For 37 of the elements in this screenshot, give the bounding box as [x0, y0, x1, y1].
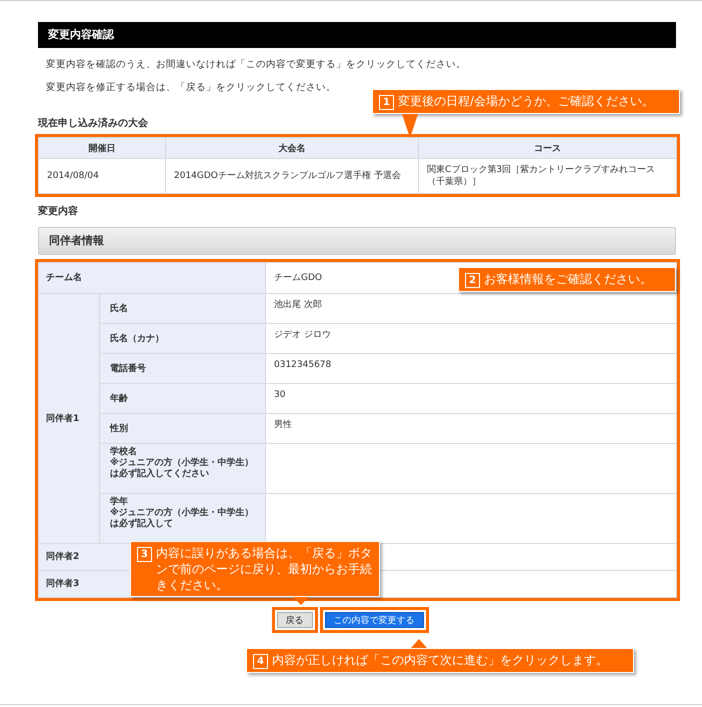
section-heading: 変更内容	[38, 204, 78, 218]
callout-text: お客様情報をご確認ください。	[484, 271, 652, 287]
field-note: ※ジュニアの方（小学生・中学生）は必ず記入してください	[110, 458, 255, 480]
field-value: 池出尾 次郎	[274, 300, 322, 310]
number-badge: 1	[379, 95, 394, 110]
callout-text: 内容が正しければ「この内容て次に進む」をクリックします。	[272, 652, 608, 668]
field-label: 学年	[110, 497, 129, 508]
field-value: 男性	[274, 420, 292, 430]
field-label: 学校名	[110, 447, 138, 458]
field-value: 30	[274, 390, 286, 400]
row-label: 同伴者1	[38, 294, 100, 544]
section-heading: 現在申し込み済みの大会	[38, 116, 148, 130]
row-label: チーム名	[38, 262, 266, 294]
callout-text: 変更後の日程/会場かどうか、ご確認ください。	[398, 93, 654, 109]
confirm-button[interactable]: この内容で変更する	[324, 612, 424, 628]
table-cell: 関東Cブロック第3回［紫カントリークラブすみれコース（千葉県）］	[418, 158, 676, 194]
number-badge: 2	[465, 273, 480, 288]
table-cell: 2014GDOチーム対抗スクランブルゴルフ選手権 予選会	[166, 158, 418, 194]
field-value: ジデオ ジロウ	[274, 330, 331, 340]
column-header: コース	[418, 138, 676, 158]
column-header: 開催日	[38, 138, 166, 158]
field-label: 氏名	[110, 302, 129, 314]
section-title-bar: 同伴者情報	[38, 227, 676, 255]
field-label: 年齢	[110, 392, 129, 404]
back-button[interactable]: 戻る	[276, 612, 312, 628]
instruction-text: 変更内容を修正する場合は、「戻る」をクリックしてください。	[46, 82, 337, 94]
column-header: 大会名	[166, 138, 418, 158]
field-label: 性別	[110, 422, 129, 434]
field-label: 電話番号	[110, 362, 147, 374]
field-label: 氏名（カナ）	[110, 332, 165, 344]
page-title: 変更内容確認	[38, 22, 676, 48]
field-note: ※ジュニアの方（小学生・中学生）は必ず記入して	[110, 508, 255, 530]
number-badge: 4	[253, 654, 268, 669]
table-cell: 2014/08/04	[38, 158, 166, 194]
number-badge: 3	[137, 547, 152, 562]
instruction-text: 変更内容を確認のうえ、お間違いなければ「この内容で変更する」をクリックしてください。	[46, 59, 467, 71]
field-value: 0312345678	[274, 360, 332, 370]
